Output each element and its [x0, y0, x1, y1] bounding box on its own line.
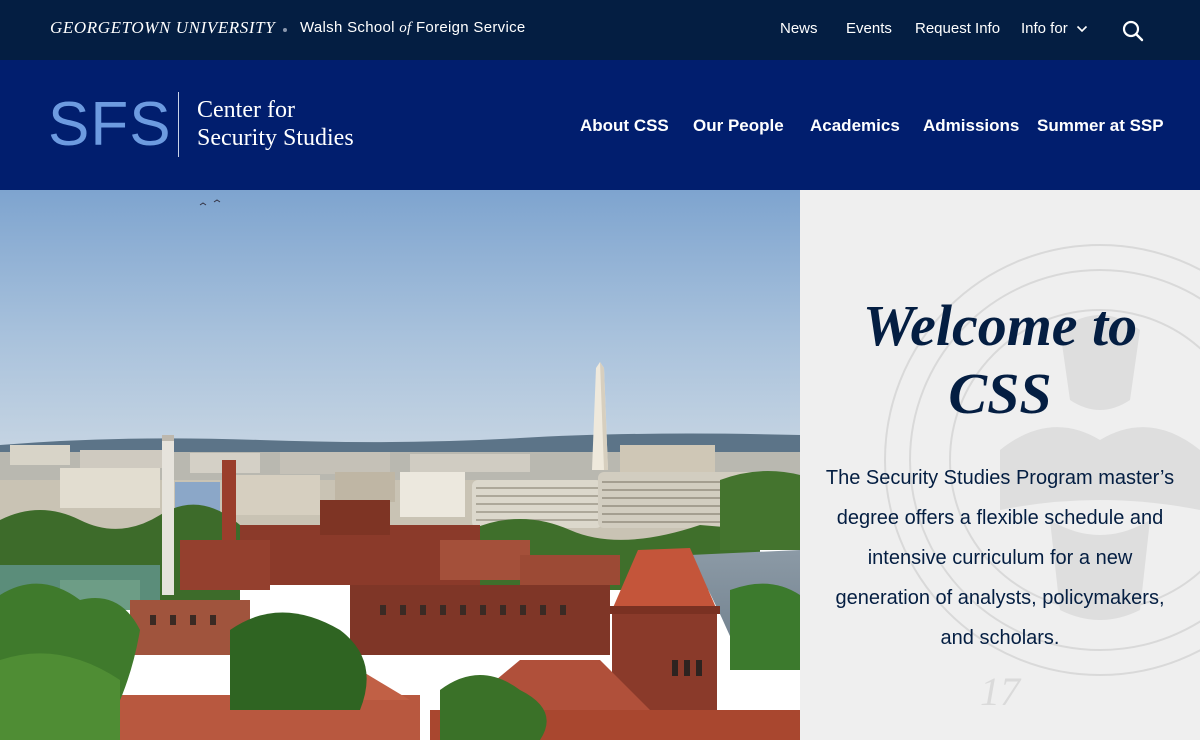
nav-admissions[interactable]: Admissions: [923, 116, 1019, 136]
events-link[interactable]: Events: [846, 20, 892, 37]
school-name-prefix: Walsh School: [300, 19, 395, 36]
main-navigation: SFS Center for Security Studies About CS…: [0, 60, 1200, 190]
walsh-school-link[interactable]: Walsh School of Foreign Service: [300, 19, 526, 37]
nav-summer-at-ssp[interactable]: Summer at SSP: [1037, 116, 1164, 136]
sfs-logo[interactable]: SFS: [48, 90, 172, 160]
hero-image: [0, 190, 800, 740]
info-for-dropdown[interactable]: Info for: [1021, 20, 1088, 37]
welcome-description: The Security Studies Program master’s de…: [825, 467, 1175, 649]
welcome-title: Welcome to CSS: [800, 292, 1200, 428]
welcome-panel: 17 Welcome to CSS The Security Studies P…: [800, 190, 1200, 740]
nav-about-css[interactable]: About CSS: [580, 116, 669, 136]
dc-skyline-illustration: [0, 190, 800, 740]
separator-dot: [283, 28, 287, 32]
news-link[interactable]: News: [780, 20, 818, 37]
nav-academics[interactable]: Academics: [810, 116, 900, 136]
seal-number: 17: [980, 669, 1022, 714]
georgetown-university-logo[interactable]: GEORGETOWN UNIVERSITY: [50, 18, 275, 38]
info-for-label: Info for: [1021, 20, 1068, 37]
logo-divider: [178, 92, 179, 157]
center-name-line1: Center for: [197, 97, 295, 123]
search-icon[interactable]: [1122, 20, 1144, 42]
request-info-link[interactable]: Request Info: [915, 20, 1000, 37]
nav-our-people[interactable]: Our People: [693, 116, 784, 136]
school-name-suffix: Foreign Service: [415, 19, 526, 36]
center-name-line2: Security Studies: [197, 125, 354, 151]
school-name-of: of: [399, 20, 412, 36]
center-name-link[interactable]: Center for Security Studies: [197, 96, 387, 152]
welcome-title-line2: CSS: [948, 361, 1052, 426]
chevron-down-icon: [1076, 25, 1087, 32]
utility-bar: GEORGETOWN UNIVERSITY Walsh School of Fo…: [0, 0, 1200, 60]
welcome-title-line1: Welcome to: [862, 293, 1138, 358]
